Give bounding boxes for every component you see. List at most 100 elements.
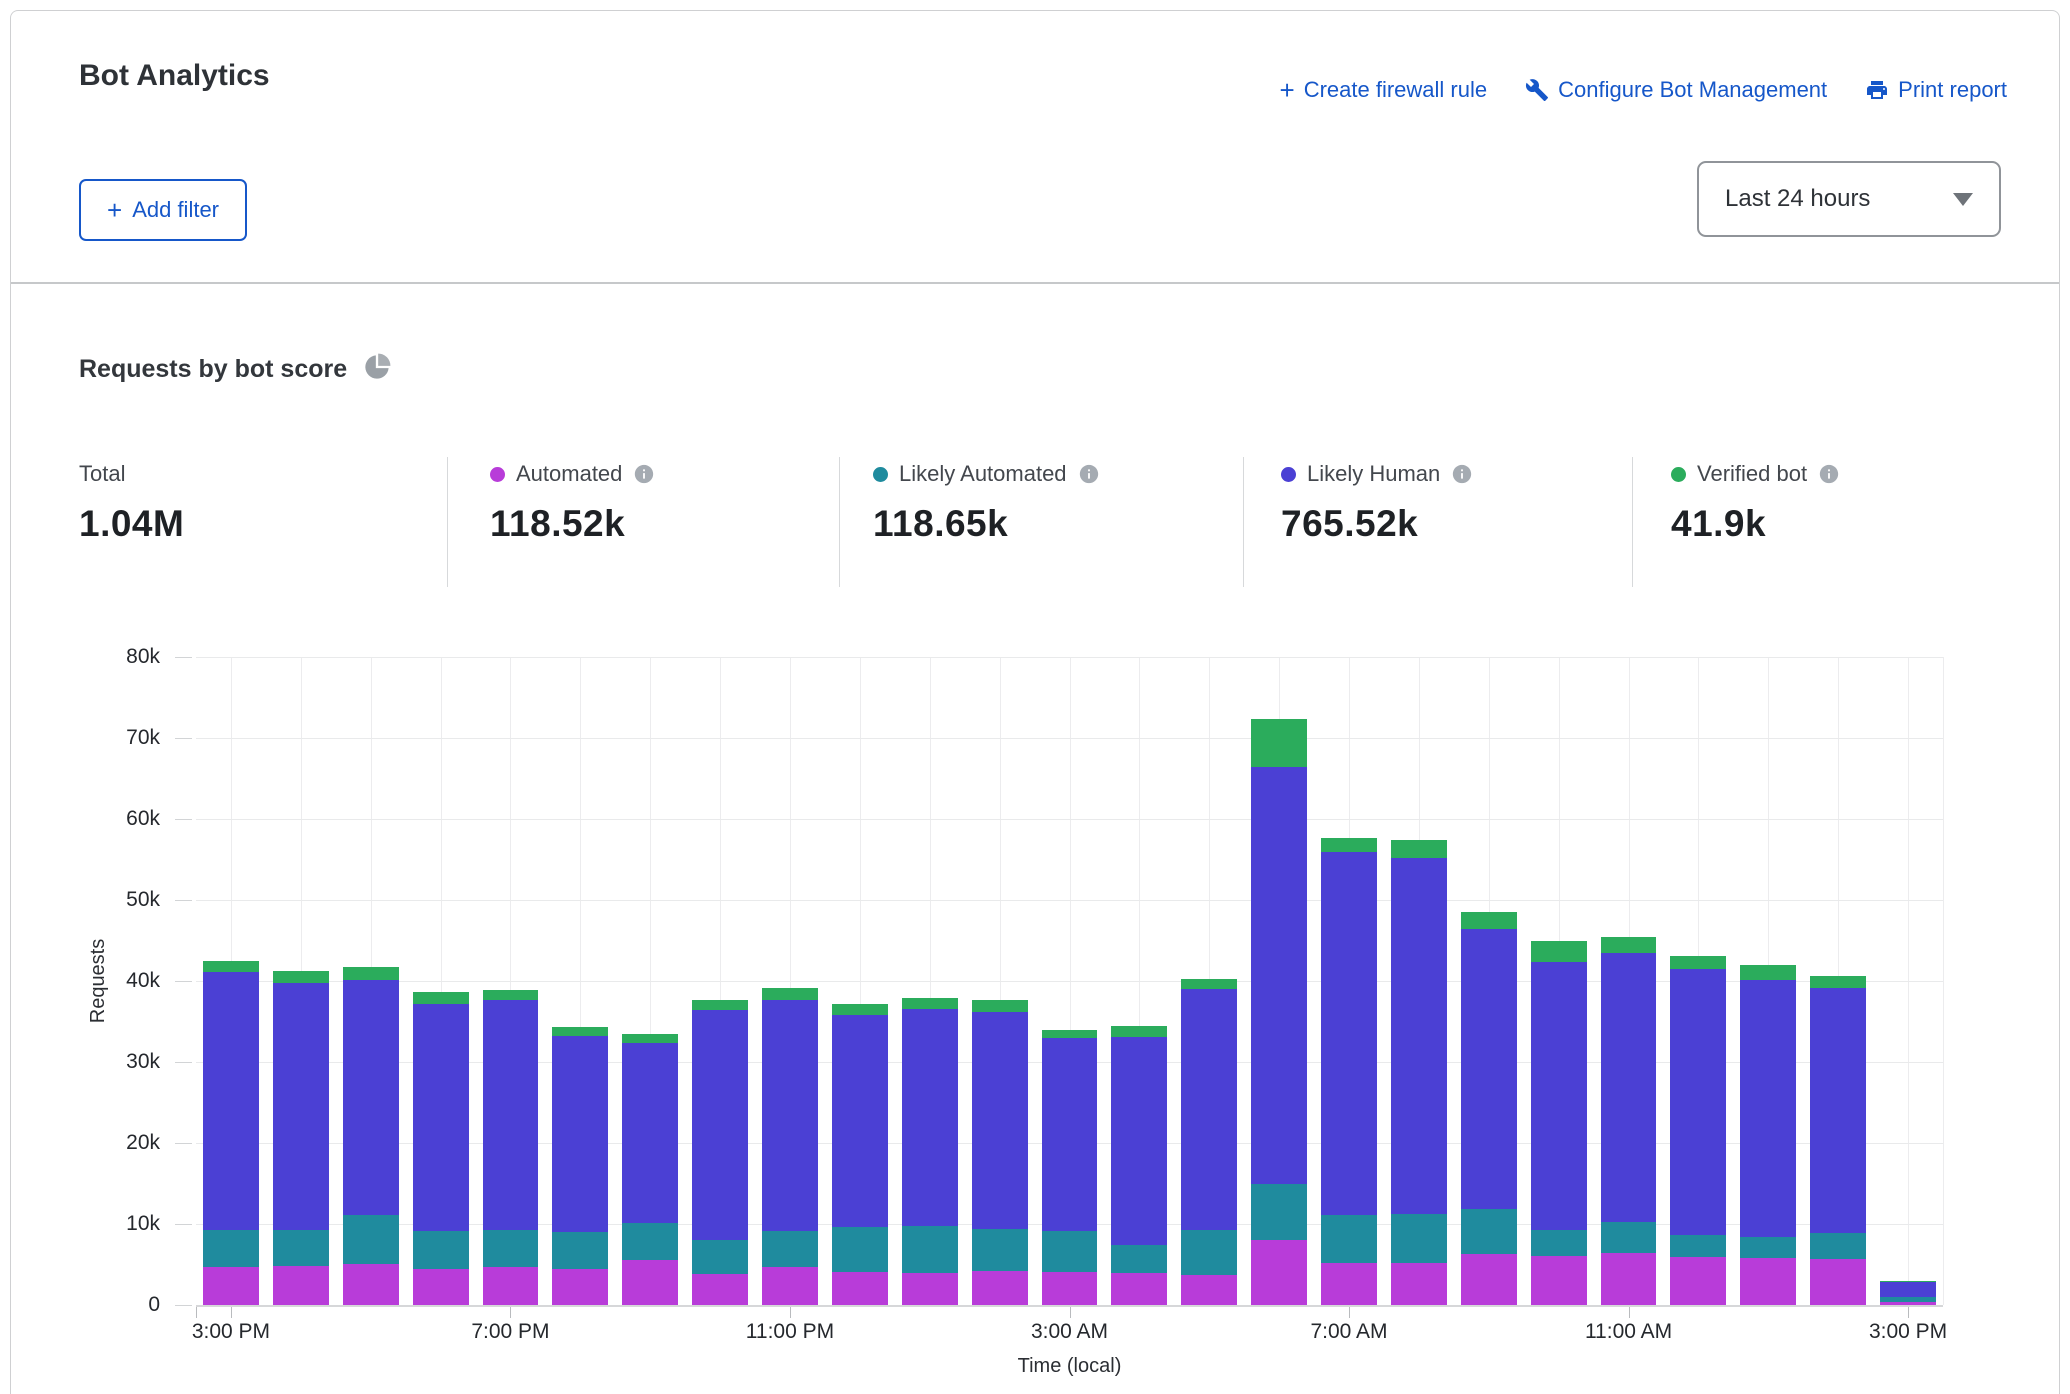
bar-segment-automated <box>552 1269 608 1305</box>
x-axis-tick-label: 3:00 PM <box>1833 1320 1983 1344</box>
bar-segment-verified-bot <box>1531 941 1587 963</box>
horizontal-gridline <box>196 738 1943 739</box>
bar-3:00 AM[interactable] <box>1042 1030 1098 1305</box>
bar-segment-likely-human <box>483 1000 539 1229</box>
bar-segment-automated <box>1321 1263 1377 1305</box>
bar-3:00 PM[interactable] <box>203 961 259 1305</box>
vertical-gridline <box>1943 657 1944 1305</box>
y-axis-tick-label: 80k <box>90 645 160 669</box>
bar-segment-likely-human <box>1251 767 1307 1184</box>
x-axis-tick-label: 11:00 PM <box>715 1320 865 1344</box>
x-axis-tick-label: 3:00 PM <box>156 1320 306 1344</box>
bar-8:00 PM[interactable] <box>552 1027 608 1305</box>
bar-segment-likely-human <box>343 980 399 1215</box>
bar-11:00 PM[interactable] <box>762 988 818 1305</box>
bar-segment-likely-automated <box>343 1215 399 1264</box>
bar-segment-automated <box>1670 1257 1726 1305</box>
y-axis-tick-label: 30k <box>90 1050 160 1074</box>
bar-segment-likely-human <box>1880 1282 1936 1297</box>
bar-segment-likely-human <box>1042 1038 1098 1231</box>
bar-segment-automated <box>1111 1273 1167 1305</box>
bar-segment-automated <box>483 1267 539 1305</box>
bar-11:00 AM[interactable] <box>1601 937 1657 1305</box>
bar-4:00 AM[interactable] <box>1111 1026 1167 1305</box>
bar-segment-likely-automated <box>1670 1235 1726 1257</box>
bar-segment-automated <box>1810 1259 1866 1305</box>
bar-1:00 PM[interactable] <box>1740 965 1796 1305</box>
bar-12:00 AM[interactable] <box>832 1004 888 1305</box>
bar-12:00 PM[interactable] <box>1670 956 1726 1305</box>
bar-segment-automated <box>1740 1258 1796 1305</box>
bar-segment-likely-human <box>203 972 259 1230</box>
bar-segment-verified-bot <box>413 992 469 1003</box>
bar-segment-likely-human <box>1810 988 1866 1233</box>
bar-5:00 AM[interactable] <box>1181 979 1237 1305</box>
bar-segment-verified-bot <box>1810 976 1866 987</box>
x-axis-tick-label: 11:00 AM <box>1554 1320 1704 1344</box>
bar-segment-verified-bot <box>1111 1026 1167 1037</box>
bar-9:00 PM[interactable] <box>622 1034 678 1305</box>
bar-segment-verified-bot <box>343 967 399 980</box>
bar-3:00 PM[interactable] <box>1880 1281 1936 1305</box>
bar-segment-likely-automated <box>1321 1215 1377 1263</box>
bar-segment-verified-bot <box>1461 912 1517 929</box>
bar-segment-likely-automated <box>1391 1214 1447 1263</box>
bar-segment-likely-automated <box>1461 1209 1517 1254</box>
x-axis-tick <box>1070 1307 1071 1318</box>
bar-segment-likely-human <box>273 983 329 1229</box>
bar-9:00 AM[interactable] <box>1461 912 1517 1305</box>
y-axis-title: Requests <box>87 919 111 1043</box>
x-axis-origin-tick <box>196 1307 197 1318</box>
bar-segment-verified-bot <box>972 1000 1028 1012</box>
x-axis-tick <box>1629 1307 1630 1318</box>
bar-6:00 AM[interactable] <box>1251 719 1307 1305</box>
bar-7:00 PM[interactable] <box>483 990 539 1305</box>
bar-10:00 AM[interactable] <box>1531 941 1587 1306</box>
y-axis-tick-label: 50k <box>90 888 160 912</box>
bar-4:00 PM[interactable] <box>273 971 329 1305</box>
bar-7:00 AM[interactable] <box>1321 838 1377 1305</box>
bar-8:00 AM[interactable] <box>1391 840 1447 1305</box>
bar-segment-verified-bot <box>832 1004 888 1015</box>
y-axis-tick <box>175 1143 192 1144</box>
bar-segment-likely-automated <box>413 1231 469 1269</box>
y-axis-tick-label: 60k <box>90 807 160 831</box>
bar-segment-automated <box>413 1269 469 1305</box>
y-axis-tick <box>175 819 192 820</box>
bar-5:00 PM[interactable] <box>343 967 399 1305</box>
bar-2:00 PM[interactable] <box>1810 976 1866 1305</box>
bar-segment-verified-bot <box>1670 956 1726 969</box>
bar-segment-likely-human <box>1670 969 1726 1235</box>
bar-10:00 PM[interactable] <box>692 1000 748 1305</box>
x-axis-tick <box>1908 1307 1909 1318</box>
bar-segment-automated <box>1391 1263 1447 1305</box>
bar-segment-likely-human <box>1321 852 1377 1215</box>
y-axis-tick-label: 20k <box>90 1131 160 1155</box>
bar-segment-automated <box>762 1267 818 1305</box>
bar-segment-verified-bot <box>1601 937 1657 952</box>
bar-2:00 AM[interactable] <box>972 1000 1028 1305</box>
bar-segment-automated <box>1601 1253 1657 1305</box>
x-axis-tick-label: 3:00 AM <box>995 1320 1145 1344</box>
bar-segment-likely-human <box>1111 1037 1167 1245</box>
x-axis-title: Time (local) <box>920 1355 1220 1378</box>
horizontal-gridline <box>196 657 1943 658</box>
bar-segment-likely-human <box>972 1012 1028 1229</box>
bar-segment-likely-automated <box>1531 1230 1587 1257</box>
bar-6:00 PM[interactable] <box>413 992 469 1305</box>
bar-segment-likely-human <box>1601 953 1657 1223</box>
bar-segment-likely-automated <box>832 1227 888 1272</box>
bar-segment-verified-bot <box>622 1034 678 1043</box>
bar-segment-likely-human <box>1461 929 1517 1209</box>
bar-segment-automated <box>972 1271 1028 1305</box>
x-axis-tick <box>510 1307 511 1318</box>
bar-segment-likely-automated <box>1042 1231 1098 1272</box>
bar-segment-verified-bot <box>1181 979 1237 990</box>
bar-segment-likely-human <box>1531 962 1587 1229</box>
bar-segment-automated <box>203 1267 259 1305</box>
x-axis-tick-label: 7:00 AM <box>1274 1320 1424 1344</box>
bar-segment-likely-automated <box>622 1223 678 1260</box>
bar-segment-likely-human <box>1740 980 1796 1237</box>
x-axis-tick <box>231 1307 232 1318</box>
bar-1:00 AM[interactable] <box>902 998 958 1305</box>
